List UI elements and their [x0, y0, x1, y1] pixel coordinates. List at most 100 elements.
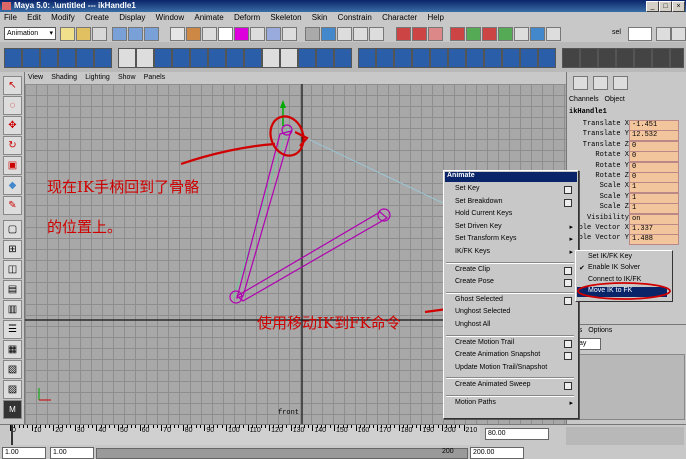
scale-tool-icon[interactable]: ▣ [3, 156, 22, 175]
extrude-face-icon[interactable] [484, 48, 502, 68]
input-ops-icon[interactable] [396, 27, 411, 41]
menu-item[interactable]: Unghost Selected [455, 308, 510, 315]
option-box-icon[interactable] [564, 382, 572, 391]
option-box-icon[interactable] [564, 339, 572, 348]
attribute-icon[interactable] [530, 27, 545, 41]
submenu-enable-ik-solver[interactable]: Enable IK Solver [588, 264, 640, 271]
menu-set-dropdown[interactable]: Animation [4, 27, 56, 40]
project-curve-icon[interactable] [262, 48, 280, 68]
channel-value-field[interactable]: 1 [629, 203, 679, 215]
current-time-marker[interactable] [11, 425, 13, 445]
menu-item[interactable]: Create Motion Trail [455, 339, 514, 346]
checker-icon-3[interactable] [598, 48, 616, 68]
menu-window[interactable]: Window [152, 12, 188, 22]
channel-row[interactable]: Translate Z0 [567, 140, 686, 152]
mask-dynamics-icon[interactable] [250, 27, 265, 41]
poly-torus-icon[interactable] [448, 48, 466, 68]
end-time-field[interactable]: 200.00 [470, 447, 524, 459]
menu-display[interactable]: Display [115, 12, 149, 22]
select-tool-icon[interactable]: ↖ [3, 76, 22, 95]
channel-row[interactable]: Rotate Z0 [567, 172, 686, 183]
snap-grid-icon[interactable] [337, 27, 352, 41]
mask-surfaces-icon[interactable] [218, 27, 233, 41]
render-view-icon[interactable] [498, 27, 513, 41]
channel-value-field[interactable]: 1 [629, 182, 679, 194]
smooth-icon[interactable] [520, 48, 538, 68]
channel-value-field[interactable]: 12.532 [629, 130, 679, 142]
persp-graph-layout-icon[interactable]: ▤ [3, 280, 22, 299]
single-view-layout-icon[interactable]: ▢ [3, 220, 22, 239]
nurbs-sphere-icon[interactable] [4, 48, 22, 68]
ep-curve-icon[interactable] [136, 48, 154, 68]
select-object-icon[interactable] [128, 27, 143, 41]
ipr-render-icon[interactable] [466, 27, 481, 41]
menu-item[interactable]: Set Key [455, 185, 480, 192]
boundary-icon[interactable] [244, 48, 262, 68]
channel-row[interactable]: Scale X1 [567, 182, 686, 194]
show-channel-box-icon[interactable] [671, 27, 686, 41]
channel-value-field[interactable]: 1 [629, 192, 679, 204]
planar-icon[interactable] [208, 48, 226, 68]
mask-joints-icon[interactable] [186, 27, 201, 41]
channel-row[interactable]: Translate X -1.451 [567, 120, 686, 131]
option-box-icon[interactable] [564, 266, 572, 275]
menu-item[interactable]: Update Motion Trail/Snapshot [455, 364, 547, 371]
panel-menu-shading[interactable]: Shading [48, 73, 80, 82]
current-time-field[interactable]: 80.00 [485, 428, 549, 440]
menu-item[interactable]: Create Pose [455, 278, 494, 285]
menu-item[interactable]: Create Animated Sweep [455, 381, 531, 388]
attach-surface-icon[interactable] [298, 48, 316, 68]
panel-menu-show[interactable]: Show [115, 73, 139, 82]
select-hierarchy-icon[interactable] [112, 27, 127, 41]
trim-tool-icon[interactable] [280, 48, 298, 68]
quick-selection-field[interactable] [628, 27, 652, 41]
tab-options[interactable]: Options [588, 327, 612, 334]
menu-animate[interactable]: Animate [190, 12, 227, 22]
channel-box-layout-icon-3[interactable] [613, 76, 628, 90]
mask-curves-icon[interactable] [202, 27, 217, 41]
select-component-icon[interactable] [144, 27, 159, 41]
checker-icon-6[interactable] [652, 48, 670, 68]
panel-menu-panels[interactable]: Panels [141, 73, 168, 82]
menu-item[interactable]: Create Clip [455, 266, 490, 273]
menu-skeleton[interactable]: Skeleton [266, 12, 305, 22]
nurbs-torus-icon[interactable] [94, 48, 112, 68]
menu-item[interactable]: Ghost Selected [455, 296, 503, 303]
menu-skin[interactable]: Skin [308, 12, 332, 22]
channel-value-field[interactable]: 0 [629, 161, 679, 173]
nurbs-cube-icon[interactable] [22, 48, 40, 68]
trax-layout-icon[interactable]: ▧ [3, 360, 22, 379]
tab-object[interactable]: Object [605, 96, 625, 103]
rebuild-surface-icon[interactable] [334, 48, 352, 68]
menu-item[interactable]: Set Driven Key [455, 223, 502, 230]
time-ruler[interactable]: 0 10 20 30 40 50 60 70 80 90 100 110 120 130 140 150 160… [10, 425, 480, 445]
option-box-icon[interactable] [564, 279, 572, 288]
menu-item[interactable]: Set Transform Keys [455, 235, 516, 242]
mask-handles-icon[interactable] [170, 27, 185, 41]
side-by-side-layout-icon[interactable]: ◫ [3, 260, 22, 279]
hypershade-layout-icon[interactable]: ▥ [3, 300, 22, 319]
lock-selection-icon[interactable] [305, 27, 320, 41]
bevel-icon[interactable] [538, 48, 556, 68]
snap-curve-icon[interactable] [353, 27, 368, 41]
tool-settings-icon[interactable] [546, 27, 561, 41]
channel-value-field[interactable]: 0 [629, 140, 679, 152]
channel-row[interactable]: Scale Z1 [567, 203, 686, 215]
submenu-set-ikfk-key[interactable]: Set IK/FK Key [588, 253, 632, 260]
graph-layout-icon[interactable]: ▦ [3, 340, 22, 359]
loft-icon[interactable] [172, 48, 190, 68]
menu-item[interactable]: IK/FK Keys [455, 248, 490, 255]
hypershade-icon[interactable] [514, 27, 529, 41]
close-button[interactable]: × [672, 1, 685, 12]
channel-value-field[interactable]: -1.451 [629, 120, 679, 131]
maximize-button[interactable]: □ [659, 1, 672, 12]
menu-deform[interactable]: Deform [230, 12, 264, 22]
menu-create[interactable]: Create [81, 12, 113, 22]
save-scene-icon[interactable] [92, 27, 107, 41]
menu-help[interactable]: Help [423, 12, 447, 22]
menu-modify[interactable]: Modify [47, 12, 79, 22]
menu-item[interactable]: Set Breakdown [455, 198, 502, 205]
menu-item[interactable]: Create Animation Snapshot [455, 351, 540, 358]
nurbs-plane-icon[interactable] [76, 48, 94, 68]
channel-value-field[interactable]: 0 [629, 172, 679, 183]
